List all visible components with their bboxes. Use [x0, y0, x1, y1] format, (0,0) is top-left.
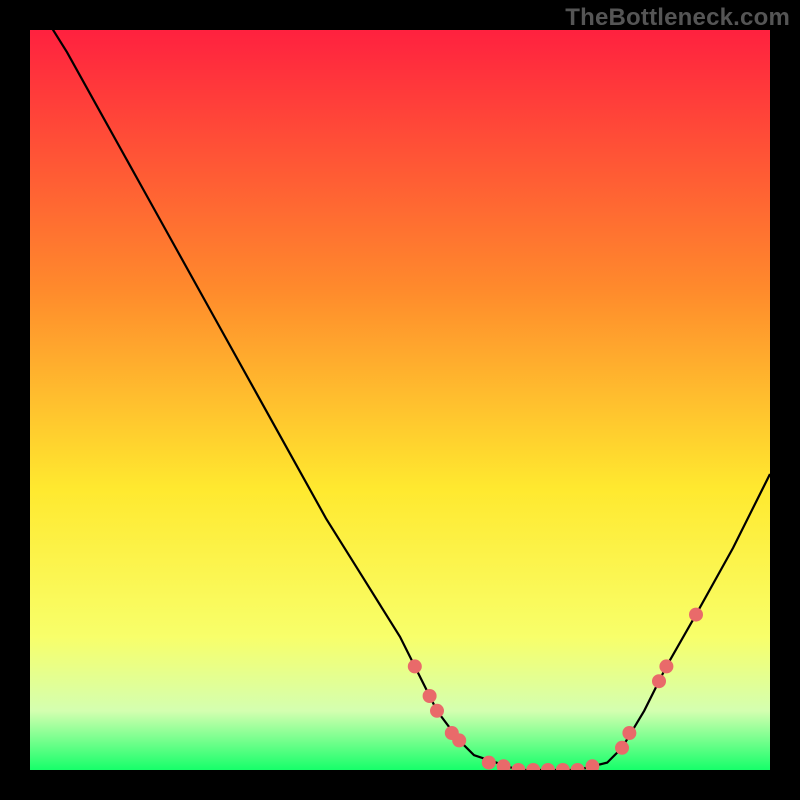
data-point	[452, 733, 466, 747]
data-point	[615, 741, 629, 755]
plot-area	[30, 30, 770, 770]
data-point	[659, 659, 673, 673]
chart-frame: TheBottleneck.com	[0, 0, 800, 800]
data-point	[622, 726, 636, 740]
data-point	[423, 689, 437, 703]
data-point	[408, 659, 422, 673]
data-point	[482, 756, 496, 770]
chart-svg	[30, 30, 770, 770]
gradient-background	[30, 30, 770, 770]
watermark-text: TheBottleneck.com	[565, 4, 790, 32]
data-point	[689, 608, 703, 622]
data-point	[430, 704, 444, 718]
data-point	[652, 674, 666, 688]
